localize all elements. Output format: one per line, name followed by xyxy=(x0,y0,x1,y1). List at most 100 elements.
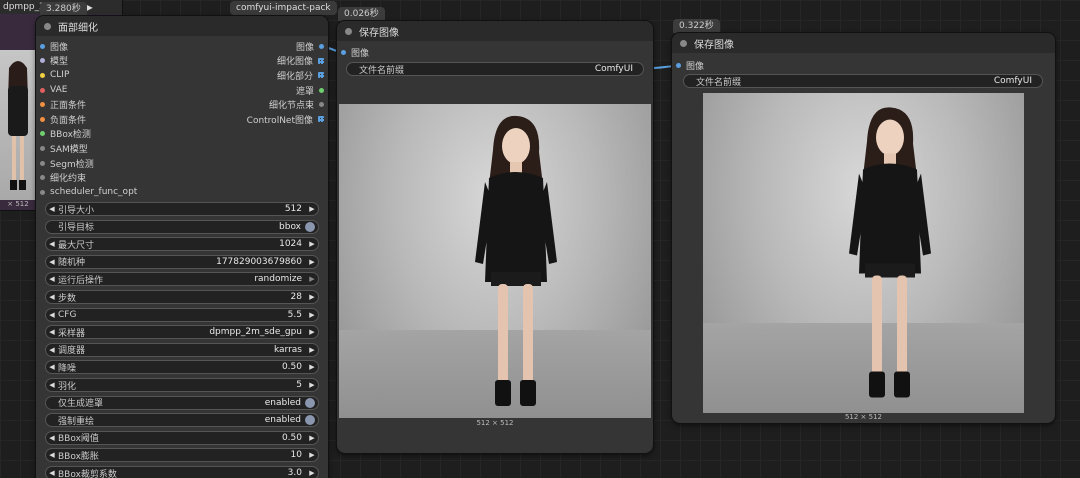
increment-arrow-icon[interactable]: ▶ xyxy=(306,346,318,354)
widget-number[interactable]: ◀ 降噪 0.50 ▶ xyxy=(45,360,319,375)
collapse-dot-icon[interactable] xyxy=(345,27,352,35)
input-dot[interactable] xyxy=(40,145,45,151)
increment-arrow-icon[interactable]: ▶ xyxy=(306,451,318,459)
save1-timing: 0.026秒 xyxy=(338,7,385,21)
save1-prefix-widget[interactable]: 文件名前缀 ComfyUI xyxy=(346,62,644,76)
decrement-arrow-icon[interactable]: ◀ xyxy=(46,434,58,442)
toggle-knob-icon[interactable] xyxy=(305,221,315,232)
decrement-arrow-icon[interactable]: ◀ xyxy=(46,469,58,477)
decrement-arrow-icon[interactable]: ◀ xyxy=(46,240,58,248)
widget-number[interactable]: ◀ 羽化 5 ▶ xyxy=(45,378,319,392)
output-dot[interactable] xyxy=(319,43,324,49)
face-node-header[interactable]: 面部细化 xyxy=(36,16,328,36)
input-slot[interactable]: 负面条件 xyxy=(40,112,86,127)
input-slot[interactable]: SAM模型 xyxy=(40,141,88,156)
output-slot[interactable]: 图像 xyxy=(296,39,324,54)
toggle-knob-icon[interactable] xyxy=(305,415,315,426)
image-input-dot[interactable] xyxy=(676,62,681,68)
input-dot[interactable] xyxy=(40,160,45,166)
input-dot[interactable] xyxy=(40,72,45,78)
decrement-arrow-icon[interactable]: ◀ xyxy=(46,346,58,354)
increment-arrow-icon[interactable]: ▶ xyxy=(306,381,318,389)
increment-arrow-icon[interactable]: ▶ xyxy=(306,258,318,266)
output-dot[interactable] xyxy=(318,57,324,64)
save2-prefix-widget[interactable]: 文件名前缀 ComfyUI xyxy=(683,74,1043,88)
widget-number[interactable]: ◀ 步数 28 ▶ xyxy=(45,290,319,304)
decrement-arrow-icon[interactable]: ◀ xyxy=(46,258,58,266)
input-slot[interactable]: Segm检测 xyxy=(40,156,94,171)
save1-input-slot[interactable]: 图像 xyxy=(337,45,653,60)
decrement-arrow-icon[interactable]: ◀ xyxy=(46,275,58,283)
increment-arrow-icon[interactable]: ▶ xyxy=(306,293,318,301)
output-slot[interactable]: 细化图像 xyxy=(277,54,324,69)
input-dot[interactable] xyxy=(40,116,45,122)
increment-arrow-icon[interactable]: ▶ xyxy=(306,328,318,336)
increment-arrow-icon[interactable]: ▶ xyxy=(306,205,318,213)
output-slot-label: 细化节点束 xyxy=(268,101,314,112)
save1-header[interactable]: 保存图像 xyxy=(337,21,653,41)
image-input-dot[interactable] xyxy=(341,49,346,55)
decrement-arrow-icon[interactable]: ◀ xyxy=(46,363,58,371)
widget-number[interactable]: ◀ BBox阈值 0.50 ▶ xyxy=(45,430,319,445)
widget-number[interactable]: ◀ BBox裁剪系数 3.0 ▶ xyxy=(45,466,319,478)
save-image-node-1[interactable]: 保存图像 图像 文件名前缀 ComfyUI 512 × 512 xyxy=(337,21,653,453)
increment-arrow-icon[interactable]: ▶ xyxy=(306,434,318,442)
output-slot[interactable]: 细化部分 xyxy=(277,68,324,83)
play-icon[interactable]: ▶ xyxy=(87,3,93,12)
input-slot[interactable]: VAE xyxy=(40,83,67,98)
output-slot[interactable]: ControlNet图像 xyxy=(247,112,324,127)
decrement-arrow-icon[interactable]: ◀ xyxy=(46,311,58,319)
face-node-timing: 3.280秒 xyxy=(40,2,87,16)
increment-arrow-icon[interactable]: ▶ xyxy=(306,363,318,371)
input-slot[interactable]: CLIP xyxy=(40,68,69,83)
widget-toggle[interactable]: 引导目标 bbox xyxy=(45,219,319,234)
save2-prefix-value: ComfyUI xyxy=(993,76,1032,86)
input-slot[interactable]: scheduler_func_opt xyxy=(40,185,137,200)
input-dot[interactable] xyxy=(40,175,45,181)
input-dot[interactable] xyxy=(40,131,45,137)
input-dot[interactable] xyxy=(40,87,45,93)
output-dot[interactable] xyxy=(319,87,324,93)
widget-combo[interactable]: ◀ 运行后操作 randomize ▶ xyxy=(45,272,319,287)
widget-number[interactable]: ◀ 随机种 177829003679860 ▶ xyxy=(45,254,319,269)
collapse-dot-icon[interactable] xyxy=(680,39,687,47)
save2-header[interactable]: 保存图像 xyxy=(672,33,1055,53)
input-slot[interactable]: 模型 xyxy=(40,54,68,69)
toggle-knob-icon[interactable] xyxy=(305,397,315,408)
output-dot[interactable] xyxy=(318,72,324,79)
output-dot[interactable] xyxy=(318,116,324,123)
decrement-arrow-icon[interactable]: ◀ xyxy=(46,293,58,301)
widget-number[interactable]: ◀ BBox膨胀 10 ▶ xyxy=(45,448,319,463)
widget-number[interactable]: ◀ 调度器 karras ▶ xyxy=(45,342,319,357)
decrement-arrow-icon[interactable]: ◀ xyxy=(46,328,58,336)
output-slot[interactable]: 遮罩 xyxy=(296,83,324,98)
output-slot[interactable]: 细化节点束 xyxy=(269,97,324,112)
output-dot[interactable] xyxy=(319,102,324,108)
widget-number[interactable]: ◀ 引导大小 512 ▶ xyxy=(45,202,319,216)
decrement-arrow-icon[interactable]: ◀ xyxy=(46,451,58,459)
increment-arrow-icon[interactable]: ▶ xyxy=(306,240,318,248)
increment-arrow-icon[interactable]: ▶ xyxy=(306,469,318,477)
decrement-arrow-icon[interactable]: ◀ xyxy=(46,381,58,389)
save2-input-slot[interactable]: 图像 xyxy=(672,58,1055,73)
increment-arrow-icon[interactable]: ▶ xyxy=(306,311,318,319)
input-slot[interactable]: BBox检测 xyxy=(40,127,91,142)
input-dot[interactable] xyxy=(40,102,45,108)
input-slot[interactable]: 图像 xyxy=(40,39,68,54)
input-dot[interactable] xyxy=(40,58,45,64)
widget-number[interactable]: ◀ 采样器 dpmpp_2m_sde_gpu ▶ xyxy=(45,325,319,340)
widget-toggle[interactable]: 强制重绘 enabled xyxy=(45,413,319,428)
widget-number[interactable]: ◀ 最大尺寸 1024 ▶ xyxy=(45,237,319,252)
input-dot[interactable] xyxy=(40,43,45,49)
increment-arrow-icon[interactable]: ▶ xyxy=(306,275,318,283)
widget-label: 引导大小 xyxy=(58,205,95,216)
input-slot[interactable]: 细化约束 xyxy=(40,170,86,185)
input-slot[interactable]: 正面条件 xyxy=(40,97,86,112)
save-image-node-2[interactable]: 保存图像 图像 文件名前缀 ComfyUI 512 × 512 xyxy=(672,33,1055,423)
input-dot[interactable] xyxy=(40,189,45,195)
widget-toggle[interactable]: 仅生成遮罩 enabled xyxy=(45,395,319,410)
widget-number[interactable]: ◀ CFG 5.5 ▶ xyxy=(45,307,319,322)
collapse-dot-icon[interactable] xyxy=(44,22,51,30)
decrement-arrow-icon[interactable]: ◀ xyxy=(46,205,58,213)
face-detailer-node[interactable]: 面部细化 图像 图像 模型 细化图像 CLIP 细化部分 VAE 遮罩 正面条件 细化节点束 负面条… xyxy=(36,16,328,478)
